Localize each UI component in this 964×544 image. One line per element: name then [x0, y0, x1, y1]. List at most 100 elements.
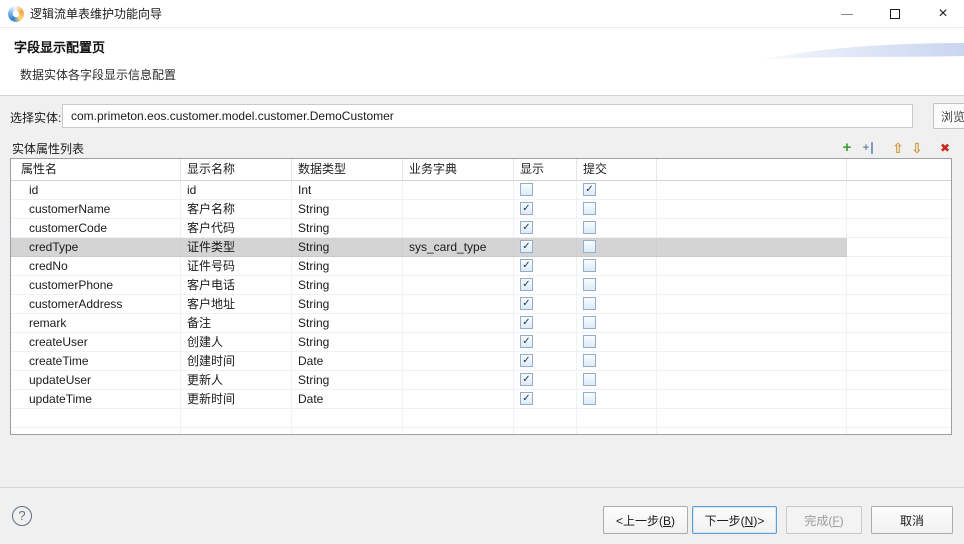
- table-cell: [181, 409, 292, 428]
- wizard-banner: 字段显示配置页 数据实体各字段显示信息配置: [0, 28, 964, 96]
- table-cell: customerName: [11, 200, 181, 219]
- table-cell: id: [181, 181, 292, 200]
- submit-checkbox-createTime[interactable]: [583, 354, 596, 367]
- submit-checkbox-updateTime[interactable]: [583, 392, 596, 405]
- table-cell: [657, 409, 847, 428]
- table-cell: [403, 352, 514, 371]
- app-logo-icon: [8, 6, 24, 22]
- page-title: 字段显示配置页: [14, 37, 105, 56]
- submit-checkbox-credType[interactable]: [583, 240, 596, 253]
- help-button[interactable]: ?: [12, 506, 32, 526]
- add-row-icon[interactable]: +: [839, 139, 855, 157]
- table-cell: customerAddress: [11, 295, 181, 314]
- column-header-5[interactable]: 提交: [577, 159, 657, 181]
- table-cell: [577, 428, 657, 435]
- submit-checkbox-customerName[interactable]: [583, 202, 596, 215]
- table-row-customerPhone[interactable]: customerPhone客户电话String✓: [11, 276, 951, 295]
- table-cell: String: [292, 295, 403, 314]
- table-cell: [403, 409, 514, 428]
- table-cell: [847, 352, 951, 371]
- table-row-credType[interactable]: credType证件类型Stringsys_card_type✓: [11, 238, 951, 257]
- table-cell: String: [292, 333, 403, 352]
- table-cell: [847, 428, 951, 435]
- table-cell: [403, 295, 514, 314]
- table-cell: createUser: [11, 333, 181, 352]
- table-cell: [181, 428, 292, 435]
- browse-button[interactable]: 浏览...: [933, 103, 964, 129]
- table-cell: 证件类型: [181, 238, 292, 257]
- table-row-customerAddress[interactable]: customerAddress客户地址String✓: [11, 295, 951, 314]
- show-checkbox-createUser[interactable]: ✓: [520, 335, 533, 348]
- table-row-remark[interactable]: remark备注String✓: [11, 314, 951, 333]
- column-header-4[interactable]: 显示: [514, 159, 577, 181]
- finish-button: 完成(F): [786, 506, 862, 534]
- show-checkbox-createTime[interactable]: ✓: [520, 354, 533, 367]
- table-cell: 创建时间: [181, 352, 292, 371]
- move-up-icon[interactable]: ⇧: [890, 139, 906, 157]
- window-title: 逻辑流单表维护功能向导: [30, 0, 162, 28]
- move-down-icon[interactable]: ⇩: [909, 139, 925, 157]
- column-header-3[interactable]: 业务字典: [403, 159, 514, 181]
- table-cell: [657, 257, 847, 276]
- table-cell: String: [292, 371, 403, 390]
- show-checkbox-credNo[interactable]: ✓: [520, 259, 533, 272]
- table-row-customerCode[interactable]: customerCode客户代码String✓: [11, 219, 951, 238]
- table-row-id[interactable]: ididInt✓: [11, 181, 951, 200]
- entity-label: 选择实体:: [10, 110, 61, 126]
- next-button[interactable]: 下一步(N)>: [692, 506, 777, 534]
- show-checkbox-id[interactable]: [520, 183, 533, 196]
- show-checkbox-credType[interactable]: ✓: [520, 240, 533, 253]
- table-row-createUser[interactable]: createUser创建人String✓: [11, 333, 951, 352]
- show-checkbox-customerPhone[interactable]: ✓: [520, 278, 533, 291]
- submit-checkbox-customerAddress[interactable]: [583, 297, 596, 310]
- table-cell: [577, 409, 657, 428]
- table-cell: [657, 333, 847, 352]
- submit-checkbox-customerCode[interactable]: [583, 221, 596, 234]
- table-body: ididInt✓customerName客户名称String✓customerC…: [11, 181, 951, 435]
- submit-checkbox-createUser[interactable]: [583, 335, 596, 348]
- submit-checkbox-customerPhone[interactable]: [583, 278, 596, 291]
- table-cell: String: [292, 314, 403, 333]
- table-row-empty: [11, 428, 951, 435]
- table-cell: [847, 295, 951, 314]
- submit-checkbox-updateUser[interactable]: [583, 373, 596, 386]
- show-checkbox-customerName[interactable]: ✓: [520, 202, 533, 215]
- column-header-2[interactable]: 数据类型: [292, 159, 403, 181]
- button-bar: ? <上一步(B)下一步(N)> 完成(F) 取消: [0, 487, 964, 544]
- table-cell: [657, 219, 847, 238]
- show-checkbox-customerAddress[interactable]: ✓: [520, 297, 533, 310]
- table-cell: [847, 390, 951, 409]
- table-row-updateTime[interactable]: updateTime更新时间Date✓: [11, 390, 951, 409]
- table-row-credNo[interactable]: credNo证件号码String✓: [11, 257, 951, 276]
- column-header-0[interactable]: 属性名: [11, 159, 181, 181]
- table-cell: Int: [292, 181, 403, 200]
- wizard-dialog: 逻辑流单表维护功能向导 × 字段显示配置页 数据实体各字段显示信息配置 选择实体…: [0, 0, 964, 544]
- entity-path-input[interactable]: [62, 104, 913, 128]
- table-cell: [847, 276, 951, 295]
- show-checkbox-updateTime[interactable]: ✓: [520, 392, 533, 405]
- column-header-empty: [847, 159, 951, 181]
- table-row-customerName[interactable]: customerName客户名称String✓: [11, 200, 951, 219]
- minimize-button[interactable]: [831, 0, 863, 28]
- table-row-updateUser[interactable]: updateUser更新人String✓: [11, 371, 951, 390]
- table-cell: [657, 371, 847, 390]
- submit-checkbox-remark[interactable]: [583, 316, 596, 329]
- maximize-button[interactable]: [879, 0, 911, 28]
- table-row-createTime[interactable]: createTime创建时间Date✓: [11, 352, 951, 371]
- submit-checkbox-id[interactable]: ✓: [583, 183, 596, 196]
- show-checkbox-updateUser[interactable]: ✓: [520, 373, 533, 386]
- cancel-button[interactable]: 取消: [871, 506, 953, 534]
- close-button[interactable]: ×: [927, 0, 959, 28]
- insert-row-icon[interactable]: +: [860, 139, 876, 157]
- column-header-1[interactable]: 显示名称: [181, 159, 292, 181]
- delete-row-icon[interactable]: ✖: [937, 139, 953, 157]
- table-cell: [847, 409, 951, 428]
- column-header-empty: [657, 159, 847, 181]
- table-cell: [657, 295, 847, 314]
- back-button[interactable]: <上一步(B): [603, 506, 688, 534]
- submit-checkbox-credNo[interactable]: [583, 259, 596, 272]
- table-cell: [403, 371, 514, 390]
- show-checkbox-customerCode[interactable]: ✓: [520, 221, 533, 234]
- show-checkbox-remark[interactable]: ✓: [520, 316, 533, 329]
- table-cell: 备注: [181, 314, 292, 333]
